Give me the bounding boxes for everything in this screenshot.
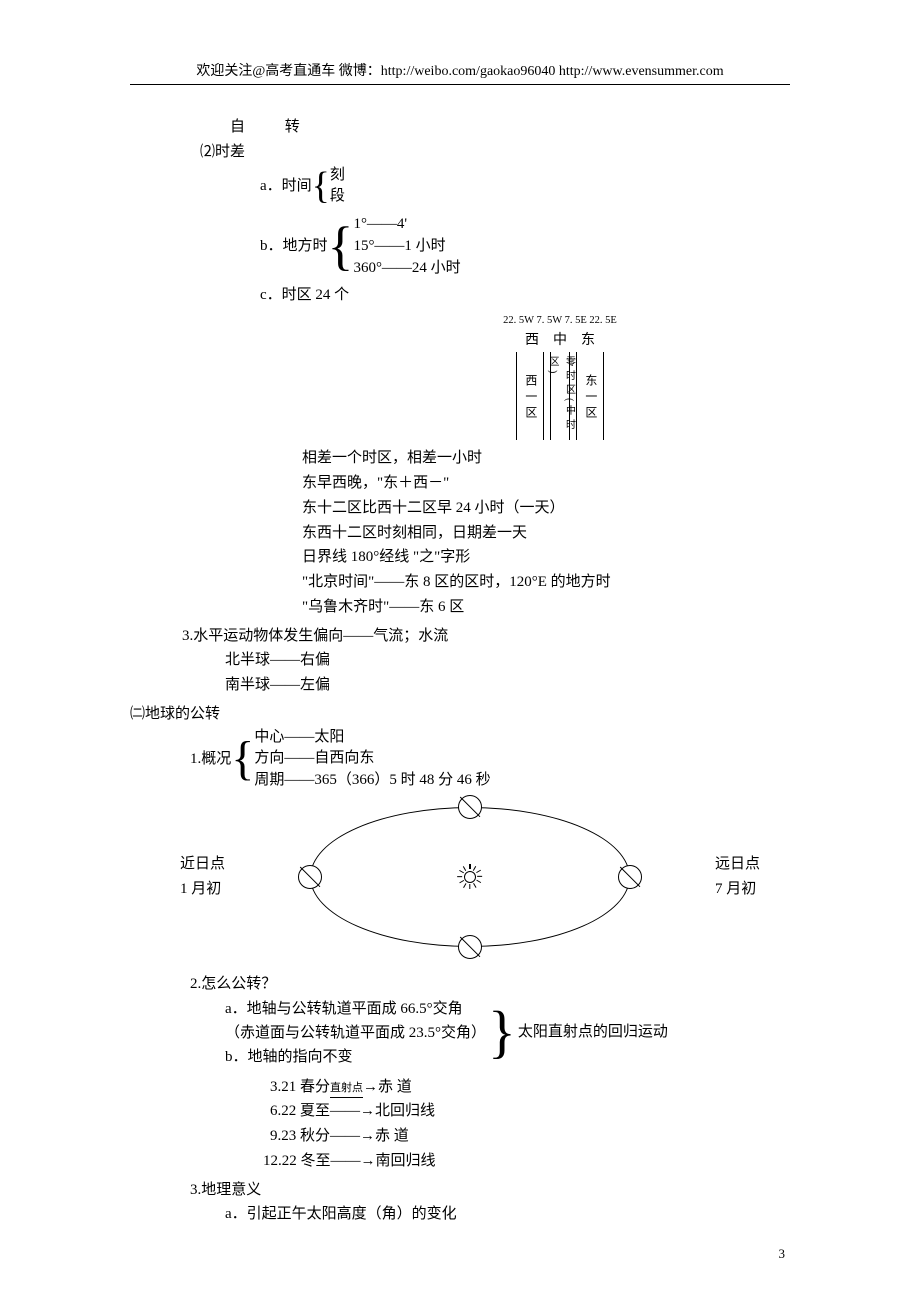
brace-right-icon: }	[488, 1015, 516, 1050]
timezone-diagram: 西一区 零时区(中时区) 东一区	[330, 352, 790, 440]
meaning-a: a．引起正午太阳高度（角）的变化	[225, 1202, 790, 1227]
tz-east-col: 东一区	[576, 352, 604, 440]
date-row: 3.21 春分直射点→赤 道	[270, 1075, 790, 1100]
how-result: 太阳直射点的回归运动	[518, 1020, 668, 1045]
how-a2: （赤道面与公转轨道平面成 23.5°交角）	[225, 1021, 486, 1045]
perihelion-label: 近日点 1 月初	[180, 852, 225, 902]
page-header: 欢迎关注@高考直通车 微博：http://weibo.com/gaokao960…	[130, 60, 790, 85]
local-item: 1°——4'	[353, 214, 460, 236]
overview-item: 方向——自西向东	[254, 748, 490, 770]
aphelion-label: 远日点 7 月初	[715, 852, 760, 902]
tz-note: 日界线 180°经线 "之"字形	[302, 545, 790, 570]
orbit-diagram: 近日点 1 月初 远日点 7 月初	[190, 792, 750, 962]
content: 自 转 ⑵时差 a．时间 { 刻 段 b．地方时 { 1°——4' 15°——1…	[130, 115, 790, 1227]
date-row: 9.23 秋分——→赤 道	[270, 1124, 790, 1149]
time-item: 段	[330, 186, 345, 208]
tz-center-col: 零时区(中时区)	[550, 352, 570, 440]
brace-left-icon: {	[328, 228, 354, 266]
date-row: 12.22 冬至——→南回归线	[263, 1149, 790, 1174]
tz-note: 东早西晚，"东＋西－"	[302, 471, 790, 496]
revolution-heading: ㈡地球的公转	[130, 702, 790, 727]
time-label: a．时间	[260, 174, 312, 199]
how-title: 2.怎么公转？	[190, 972, 790, 997]
timezone-coords: 22. 5W 7. 5W 7. 5E 22. 5E	[330, 312, 790, 329]
meaning-title: 3.地理意义	[190, 1178, 790, 1203]
sun-icon	[458, 865, 482, 889]
how-block: a．地轴与公转轨道平面成 66.5°交角 （赤道面与公转轨道平面成 23.5°交…	[225, 997, 790, 1069]
tz-note: 东西十二区时刻相同，日期差一天	[302, 521, 790, 546]
deflection-south: 南半球——左偏	[225, 673, 790, 698]
deflection-north: 北半球——右偏	[225, 648, 790, 673]
how-a1: a．地轴与公转轨道平面成 66.5°交角	[225, 997, 486, 1021]
overview-brace: 1.概况 { 中心——太阳 方向——自西向东 周期——365（366）5 时 4…	[190, 727, 790, 792]
local-time-label: b．地方时	[260, 234, 328, 259]
local-item: 360°——24 小时	[353, 258, 460, 280]
timezone-label: c．时区 24 个	[260, 283, 790, 308]
brace-left-icon: {	[312, 173, 330, 200]
planet-icon	[618, 865, 642, 889]
tz-west-col: 西一区	[516, 352, 544, 440]
how-b: b．地轴的指向不变	[225, 1045, 486, 1069]
local-time-brace: b．地方时 { 1°——4' 15°——1 小时 360°——24 小时	[260, 214, 790, 279]
brace-left-icon: {	[231, 742, 254, 776]
rotation-title: 自 转	[230, 115, 790, 140]
tz-note: 东十二区比西十二区早 24 小时（一天）	[302, 496, 790, 521]
overview-item: 周期——365（366）5 时 48 分 46 秒	[254, 770, 490, 792]
deflection-title: 3.水平运动物体发生偏向——气流；水流	[182, 624, 790, 649]
planet-icon	[458, 935, 482, 959]
overview-label: 1.概况	[190, 747, 231, 772]
overview-item: 中心——太阳	[254, 727, 490, 749]
planet-icon	[458, 795, 482, 819]
tz-note: 相差一个时区，相差一小时	[302, 446, 790, 471]
time-brace: a．时间 { 刻 段	[260, 165, 790, 209]
tz-note: "乌鲁木齐时"——东 6 区	[302, 595, 790, 620]
time-item: 刻	[330, 165, 345, 187]
page-number: 3	[779, 1246, 786, 1262]
date-row: 6.22 夏至——→北回归线	[270, 1099, 790, 1124]
tz-note: "北京时间"——东 8 区的区时，120°E 的地方时	[302, 570, 790, 595]
planet-icon	[298, 865, 322, 889]
time-diff-heading: ⑵时差	[200, 140, 790, 165]
timezone-row-labels: 西 中 东	[330, 329, 790, 352]
local-item: 15°——1 小时	[353, 236, 460, 258]
